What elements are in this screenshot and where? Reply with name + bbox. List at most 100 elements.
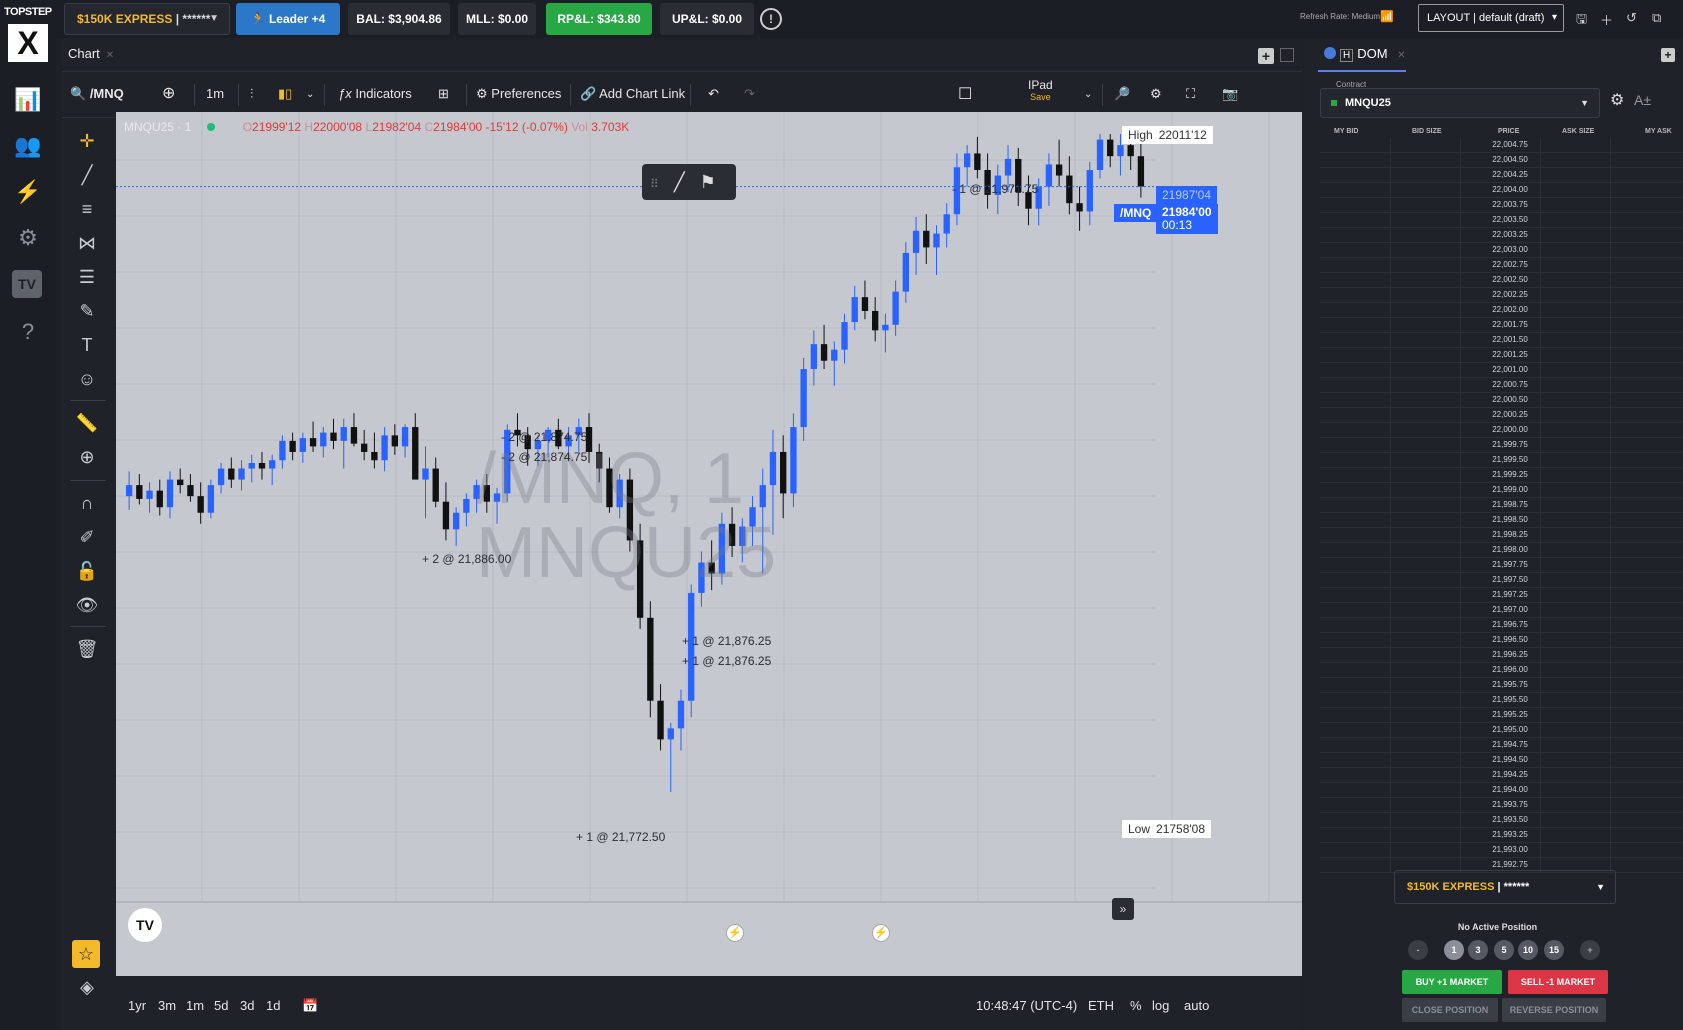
ladder-row[interactable]: 22,003.00	[1320, 243, 1683, 258]
ladder-row[interactable]: 21,996.00	[1320, 663, 1683, 678]
percent-toggle[interactable]: %	[1130, 998, 1142, 1013]
sell-market-button[interactable]: SELL -1 MARKET	[1508, 970, 1608, 994]
symbol-search[interactable]: 🔍 /MNQ	[70, 86, 124, 102]
help-icon[interactable]: ?	[12, 316, 44, 348]
ladder-row[interactable]: 21,993.25	[1320, 828, 1683, 843]
ladder-row[interactable]: 22,001.75	[1320, 318, 1683, 333]
qty-increment-button[interactable]: +	[1580, 940, 1600, 960]
ladder-row[interactable]: 22,002.00	[1320, 303, 1683, 318]
ladder-row[interactable]: 21,995.25	[1320, 708, 1683, 723]
session-label[interactable]: ETH	[1088, 998, 1114, 1013]
square-icon[interactable]: ☐	[958, 84, 972, 104]
ladder-row[interactable]: 22,000.50	[1320, 393, 1683, 408]
ladder-row[interactable]: 21,997.00	[1320, 603, 1683, 618]
close-icon[interactable]: ✕	[106, 50, 114, 61]
timeframe-3d[interactable]: 3d	[240, 998, 254, 1013]
add-layout-icon[interactable]: ＋	[1600, 10, 1613, 29]
fib-icon[interactable]: ☰	[74, 264, 100, 290]
ladder-row[interactable]: 21,999.25	[1320, 468, 1683, 483]
window-icon[interactable]: ⧉	[1652, 10, 1661, 26]
pitchfork-icon[interactable]: ⋈	[74, 230, 100, 256]
clock-label[interactable]: 10:48:47 (UTC-4)	[976, 998, 1077, 1013]
ladder-row[interactable]: 21,998.25	[1320, 528, 1683, 543]
gear-icon[interactable]: ⚙	[1150, 86, 1162, 102]
ladder-row[interactable]: 21,994.00	[1320, 783, 1683, 798]
save-layout-icon[interactable]: 🖫	[1576, 10, 1587, 32]
info-icon[interactable]: !	[760, 8, 782, 30]
reset-layout-icon[interactable]: ↺	[1626, 10, 1637, 26]
candles-icon[interactable]: ▮▯	[278, 86, 292, 102]
ladder-row[interactable]: 21,994.75	[1320, 738, 1683, 753]
price-ladder[interactable]: 22,004.75 22,004.50 22,004.25 22,004.00 22,0…	[1320, 138, 1683, 906]
ladder-row[interactable]: 22,004.00	[1320, 183, 1683, 198]
ladder-row[interactable]: 21,996.75	[1320, 618, 1683, 633]
buy-market-button[interactable]: BUY +1 MARKET	[1402, 970, 1502, 994]
ladder-row[interactable]: 22,003.75	[1320, 198, 1683, 213]
settings-icon[interactable]: ⚙	[12, 222, 44, 254]
qty-preset-15[interactable]: 15	[1544, 940, 1564, 960]
ladder-row[interactable]: 21,994.50	[1320, 753, 1683, 768]
tab-chart[interactable]: Chart ✕	[68, 46, 114, 61]
lock-icon[interactable]: 🔓	[74, 558, 100, 584]
zoom-in-icon[interactable]: ⊕	[74, 444, 100, 470]
qty-decrement-button[interactable]: -	[1408, 940, 1428, 960]
ladder-row[interactable]: 21,995.00	[1320, 723, 1683, 738]
ladder-row[interactable]: 21,995.75	[1320, 678, 1683, 693]
ladder-row[interactable]: 21,999.75	[1320, 438, 1683, 453]
ladder-row[interactable]: 22,000.25	[1320, 408, 1683, 423]
tradingview-logo[interactable]: TV	[128, 908, 162, 942]
add-tab-icon[interactable]: +	[1661, 48, 1675, 62]
emoji-icon[interactable]: ☺	[74, 366, 100, 392]
horizontal-lines-icon[interactable]: ≡	[74, 196, 100, 222]
camera-icon[interactable]: 📷	[1222, 86, 1238, 102]
qty-preset-10[interactable]: 10	[1518, 940, 1538, 960]
ladder-row[interactable]: 22,003.25	[1320, 228, 1683, 243]
line-tool-icon[interactable]: ╱	[674, 172, 685, 192]
ladder-row[interactable]: 21,993.50	[1320, 813, 1683, 828]
flag-tool-icon[interactable]: ⚑	[700, 172, 716, 192]
timeframe-5d[interactable]: 5d	[214, 998, 228, 1013]
qty-preset-3[interactable]: 3	[1468, 940, 1488, 960]
auto-toggle[interactable]: auto	[1184, 998, 1209, 1013]
ladder-row[interactable]: 21,996.25	[1320, 648, 1683, 663]
chevron-down-icon[interactable]: ⌄	[1084, 89, 1092, 100]
ladder-row[interactable]: 22,002.50	[1320, 273, 1683, 288]
event-bolt-icon[interactable]: ⚡	[726, 924, 744, 942]
layers-icon[interactable]: ◈	[74, 974, 100, 1000]
magnet-icon[interactable]: ∩	[74, 490, 100, 516]
ruler-icon[interactable]: 📏	[74, 410, 100, 436]
log-toggle[interactable]: log	[1152, 998, 1169, 1013]
undo-icon[interactable]: ↶	[708, 86, 719, 102]
chevron-down-icon[interactable]: ⌄	[306, 89, 314, 100]
ladder-row[interactable]: 21,997.75	[1320, 558, 1683, 573]
ladder-row[interactable]: 21,999.00	[1320, 483, 1683, 498]
ladder-row[interactable]: 21,994.25	[1320, 768, 1683, 783]
add-chart-link-button[interactable]: 🔗 Add Chart Link	[580, 86, 685, 102]
analytics-icon[interactable]: ⚡	[12, 176, 44, 208]
crosshair-icon[interactable]: ✛	[74, 128, 100, 154]
chart-plot-area[interactable]: /MNQ, 1 MNQU25 MNQU25 · 1 O21999'12 H220…	[116, 112, 1302, 976]
bars-icon[interactable]: ⫶	[250, 86, 253, 102]
add-tab-icon[interactable]: +	[1258, 48, 1274, 64]
gear-icon[interactable]: ⚙	[1610, 90, 1624, 110]
ladder-row[interactable]: 21,993.00	[1320, 843, 1683, 858]
reverse-position-button[interactable]: REVERSE POSITION	[1502, 998, 1606, 1022]
lock-drawing-icon[interactable]: ✐	[74, 524, 100, 550]
tradingview-icon[interactable]: TV	[12, 270, 42, 298]
interval-button[interactable]: 1m	[206, 86, 224, 101]
ladder-row[interactable]: 22,002.75	[1320, 258, 1683, 273]
ladder-row[interactable]: 22,004.75	[1320, 138, 1683, 153]
qty-preset-5[interactable]: 5	[1494, 940, 1514, 960]
leader-button[interactable]: 🏃 Leader +4	[236, 3, 340, 35]
eye-icon[interactable]: 👁	[74, 592, 100, 618]
timeframe-1m[interactable]: 1m	[186, 998, 204, 1013]
ladder-row[interactable]: 21,996.50	[1320, 633, 1683, 648]
ladder-row[interactable]: 21,998.50	[1320, 513, 1683, 528]
layout-selector[interactable]: LAYOUT | default (draft) ▾	[1418, 4, 1564, 32]
calendar-icon[interactable]: 📅	[302, 998, 318, 1014]
indicators-button[interactable]: ƒx Indicators	[338, 86, 412, 101]
ladder-row[interactable]: 22,001.50	[1320, 333, 1683, 348]
timeframe-3m[interactable]: 3m	[158, 998, 176, 1013]
ladder-row[interactable]: 21,999.50	[1320, 453, 1683, 468]
ladder-row[interactable]: 22,003.50	[1320, 213, 1683, 228]
